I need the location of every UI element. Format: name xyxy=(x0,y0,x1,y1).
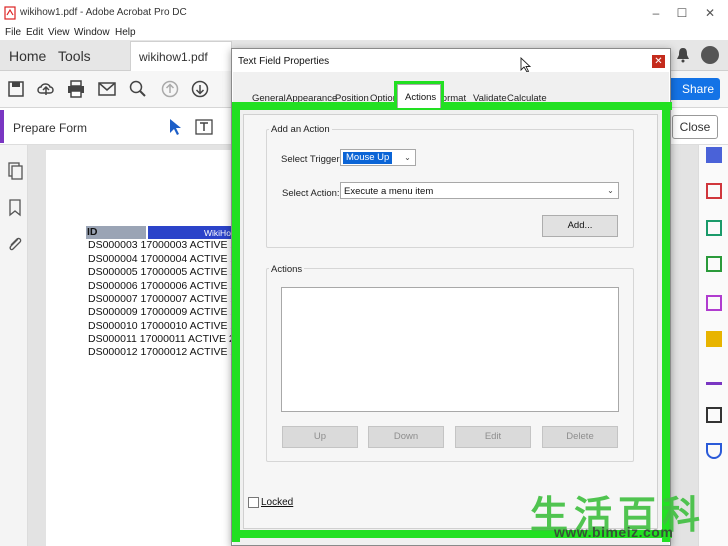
text-field-tool-icon[interactable] xyxy=(195,119,213,135)
delete-action-button[interactable]: Delete xyxy=(542,426,618,448)
edit-pdf-icon[interactable] xyxy=(706,220,722,236)
move-up-button[interactable]: Up xyxy=(282,426,358,448)
minimize-icon[interactable]: – xyxy=(646,5,666,21)
chevron-down-icon: ⌄ xyxy=(404,153,411,162)
create-pdf-icon[interactable] xyxy=(706,183,722,199)
fill-sign-icon[interactable] xyxy=(706,369,722,385)
locked-checkbox[interactable] xyxy=(248,497,259,508)
tool-accent xyxy=(0,110,4,143)
select-action-label: Select Action: xyxy=(282,188,340,199)
action-select-value: Execute a menu item xyxy=(344,186,434,197)
close-tool-button[interactable]: Close xyxy=(672,115,718,139)
menu-file[interactable]: File xyxy=(5,26,21,40)
mouse-cursor-icon xyxy=(520,57,531,73)
dialog-title: Text Field Properties xyxy=(238,56,330,67)
dialog-close-icon[interactable]: ✕ xyxy=(652,55,665,68)
maximize-icon[interactable]: ☐ xyxy=(672,5,692,21)
table-row: DS000004 17000004 ACTIVE 2-31 xyxy=(88,253,252,265)
save-icon[interactable] xyxy=(6,79,28,101)
menu-view[interactable]: View xyxy=(48,26,70,40)
organize-pages-icon[interactable] xyxy=(706,256,722,272)
cloud-upload-icon[interactable] xyxy=(36,79,58,101)
table-row: DS000006 17000006 ACTIVE 2-31 xyxy=(88,280,252,292)
table-row: DS000005 17000005 ACTIVE 2-31 xyxy=(88,266,252,278)
table-row: DS000007 17000007 ACTIVE 2-31 xyxy=(88,293,252,305)
tab-document[interactable]: wikihow1.pdf xyxy=(130,41,232,71)
table-row: DS000009 17000009 ACTIVE 2-31 xyxy=(88,306,252,318)
close-window-icon[interactable]: ✕ xyxy=(700,5,720,21)
actions-list[interactable] xyxy=(281,287,619,412)
select-cursor-icon[interactable] xyxy=(168,118,182,136)
comment-icon[interactable] xyxy=(706,331,722,347)
select-trigger-label: Select Trigger: xyxy=(281,154,343,165)
highlight-left xyxy=(232,102,240,542)
mail-icon[interactable] xyxy=(97,79,119,101)
pages-icon[interactable] xyxy=(7,162,23,180)
export-pdf-icon[interactable] xyxy=(706,147,722,163)
table-row: DS000011 17000011 ACTIVE 2-31 xyxy=(88,333,250,345)
actions-group-title: Actions xyxy=(269,264,305,275)
search-icon[interactable] xyxy=(128,79,150,101)
highlight-right xyxy=(662,102,670,542)
trigger-select[interactable]: Mouse Up ⌄ xyxy=(340,149,416,166)
add-action-button[interactable]: Add... xyxy=(542,215,618,237)
header-id: ID xyxy=(87,226,98,238)
tab-tools[interactable]: Tools xyxy=(58,48,91,64)
bell-icon[interactable] xyxy=(676,47,690,63)
tab-actions-label: Actions xyxy=(405,92,437,103)
trigger-select-value: Mouse Up xyxy=(343,152,393,164)
edit-action-button[interactable]: Edit xyxy=(455,426,531,448)
attachment-icon[interactable] xyxy=(7,235,23,253)
highlight-top xyxy=(232,102,672,110)
chevron-down-icon: ⌄ xyxy=(607,186,614,195)
tool-name: Prepare Form xyxy=(13,121,88,135)
move-down-button[interactable]: Down xyxy=(368,426,444,448)
locked-label: Locked xyxy=(261,497,294,508)
page-up-icon[interactable] xyxy=(160,79,182,101)
page-down-icon[interactable] xyxy=(190,79,212,101)
pdf-file-icon xyxy=(4,6,16,20)
form-field-row[interactable]: ID WikiHow xyxy=(86,226,238,239)
watermark-url: www.bimeiz.com xyxy=(554,524,674,540)
window-title: wikihow1.pdf - Adobe Acrobat Pro DC xyxy=(20,7,187,18)
menu-window[interactable]: Window xyxy=(74,26,110,40)
table-row: DS000010 17000010 ACTIVE 2-31 xyxy=(88,320,252,332)
share-label: Share xyxy=(682,82,715,96)
more-tools-icon[interactable] xyxy=(706,407,722,423)
print-icon[interactable] xyxy=(66,79,88,101)
menu-help[interactable]: Help xyxy=(115,26,136,40)
avatar-icon[interactable] xyxy=(700,45,720,65)
bookmark-icon[interactable] xyxy=(8,199,22,217)
action-select[interactable]: Execute a menu item ⌄ xyxy=(340,182,619,199)
tab-document-label: wikihow1.pdf xyxy=(139,50,208,64)
protect-icon[interactable] xyxy=(706,443,722,459)
table-row: DS000012 17000012 ACTIVE 2-31 xyxy=(88,346,252,358)
table-row: DS000003 17000003 ACTIVE 2-31 xyxy=(88,239,252,251)
forms-icon[interactable] xyxy=(706,295,722,311)
menu-edit[interactable]: Edit xyxy=(26,26,43,40)
add-action-group-title: Add an Action xyxy=(269,124,332,135)
tab-home[interactable]: Home xyxy=(9,48,46,64)
